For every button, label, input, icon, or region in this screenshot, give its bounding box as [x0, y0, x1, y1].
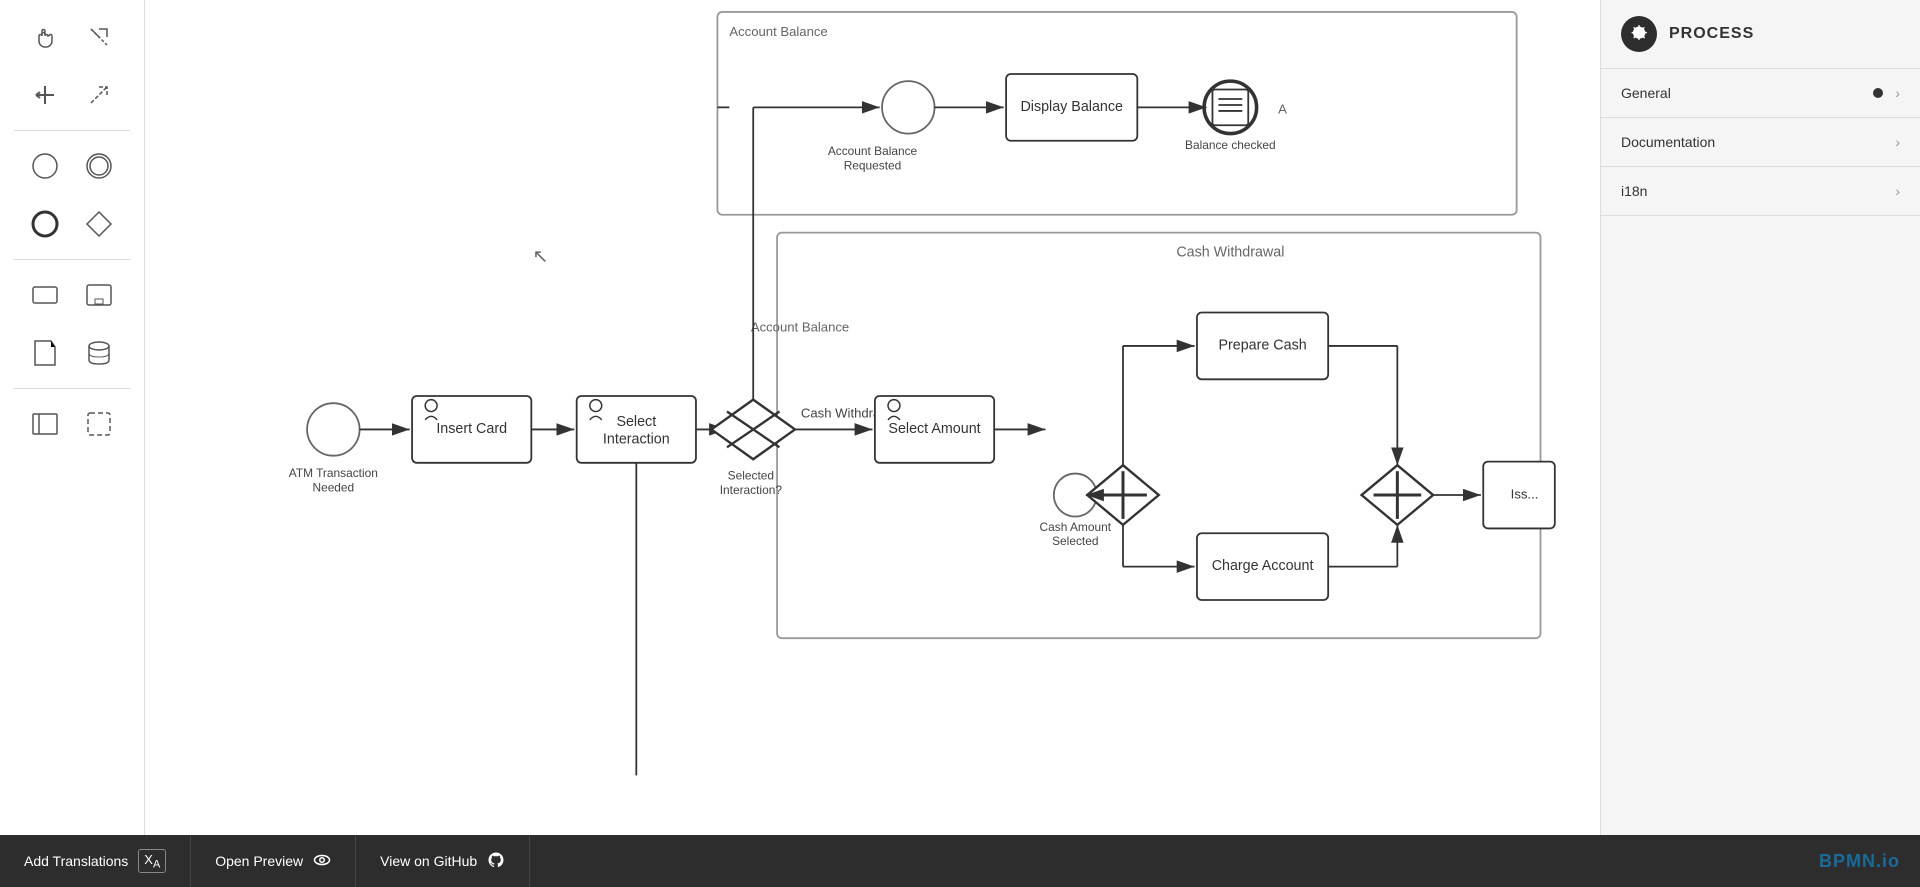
svg-text:Account Balance: Account Balance — [751, 320, 849, 335]
group-btn[interactable] — [74, 399, 124, 449]
arrow-tool-btn[interactable] — [74, 70, 124, 120]
pool-btn[interactable] — [20, 399, 70, 449]
svg-text:Iss...: Iss... — [1511, 487, 1539, 502]
task-btn[interactable] — [20, 270, 70, 320]
add-translations-btn[interactable]: Add Translations XA — [0, 835, 191, 887]
svg-text:Selected: Selected — [1052, 534, 1098, 548]
general-chevron: › — [1895, 85, 1900, 101]
right-panel-header: PROCESS — [1601, 0, 1920, 69]
i18n-chevron: › — [1895, 183, 1900, 199]
svg-text:Account Balance: Account Balance — [828, 144, 918, 158]
svg-text:Account Balance: Account Balance — [729, 24, 827, 39]
github-label: View on GitHub — [380, 853, 477, 869]
left-toolbar — [0, 0, 145, 835]
svg-text:A: A — [1278, 101, 1287, 116]
svg-text:Interaction?: Interaction? — [720, 483, 783, 497]
documentation-chevron: › — [1895, 134, 1900, 150]
svg-text:Display Balance: Display Balance — [1020, 99, 1123, 115]
general-label: General — [1621, 85, 1671, 101]
end-event-btn[interactable] — [20, 199, 70, 249]
svg-text:ATM Transaction: ATM Transaction — [289, 466, 378, 480]
bpmn-logo: BPMN.io — [1819, 851, 1900, 872]
open-preview-btn[interactable]: Open Preview — [191, 835, 356, 887]
documentation-label: Documentation — [1621, 134, 1715, 150]
translations-icon: XA — [138, 849, 166, 874]
general-item[interactable]: General › — [1601, 69, 1920, 118]
canvas-area[interactable]: Account Balance Account Balance Requeste… — [145, 0, 1600, 835]
i18n-item[interactable]: i18n › — [1601, 167, 1920, 216]
svg-text:Requested: Requested — [844, 158, 902, 172]
translations-label: Add Translations — [24, 853, 128, 869]
gateway-btn[interactable] — [74, 199, 124, 249]
connect-tool-btn[interactable] — [20, 70, 70, 120]
preview-icon — [313, 851, 331, 872]
svg-text:Balance checked: Balance checked — [1185, 138, 1276, 152]
start-event-btn[interactable] — [20, 141, 70, 191]
svg-text:↖: ↖ — [533, 246, 549, 267]
intermediate-event-btn[interactable] — [74, 141, 124, 191]
hand-tool-btn[interactable] — [20, 12, 70, 62]
general-dot — [1873, 88, 1883, 98]
svg-text:Select Amount: Select Amount — [888, 421, 980, 437]
svg-text:Selected: Selected — [728, 469, 774, 483]
bottom-bar: Add Translations XA Open Preview View on… — [0, 835, 1920, 887]
svg-text:Cash Amount: Cash Amount — [1040, 520, 1112, 534]
preview-label: Open Preview — [215, 853, 303, 869]
view-github-btn[interactable]: View on GitHub — [356, 835, 530, 887]
documentation-item[interactable]: Documentation › — [1601, 118, 1920, 167]
right-panel-title: PROCESS — [1669, 25, 1754, 43]
subprocess-btn[interactable] — [74, 270, 124, 320]
gear-icon — [1621, 16, 1657, 52]
svg-text:Charge Account: Charge Account — [1212, 558, 1314, 574]
svg-text:Prepare Cash: Prepare Cash — [1218, 338, 1306, 354]
i18n-label: i18n — [1621, 183, 1647, 199]
lasso-tool-btn[interactable] — [74, 12, 124, 62]
svg-text:Select: Select — [616, 414, 656, 430]
bpmn-diagram: Account Balance Account Balance Requeste… — [145, 0, 1600, 835]
github-icon — [487, 851, 505, 872]
svg-text:Interaction: Interaction — [603, 432, 670, 448]
svg-text:Insert Card: Insert Card — [436, 421, 507, 437]
svg-text:Cash Withdrawal: Cash Withdrawal — [1176, 244, 1284, 260]
svg-text:Needed: Needed — [312, 480, 354, 494]
right-panel: PROCESS General › Documentation › i18n › — [1600, 0, 1920, 835]
data-store-btn[interactable] — [74, 328, 124, 378]
data-object-btn[interactable] — [20, 328, 70, 378]
